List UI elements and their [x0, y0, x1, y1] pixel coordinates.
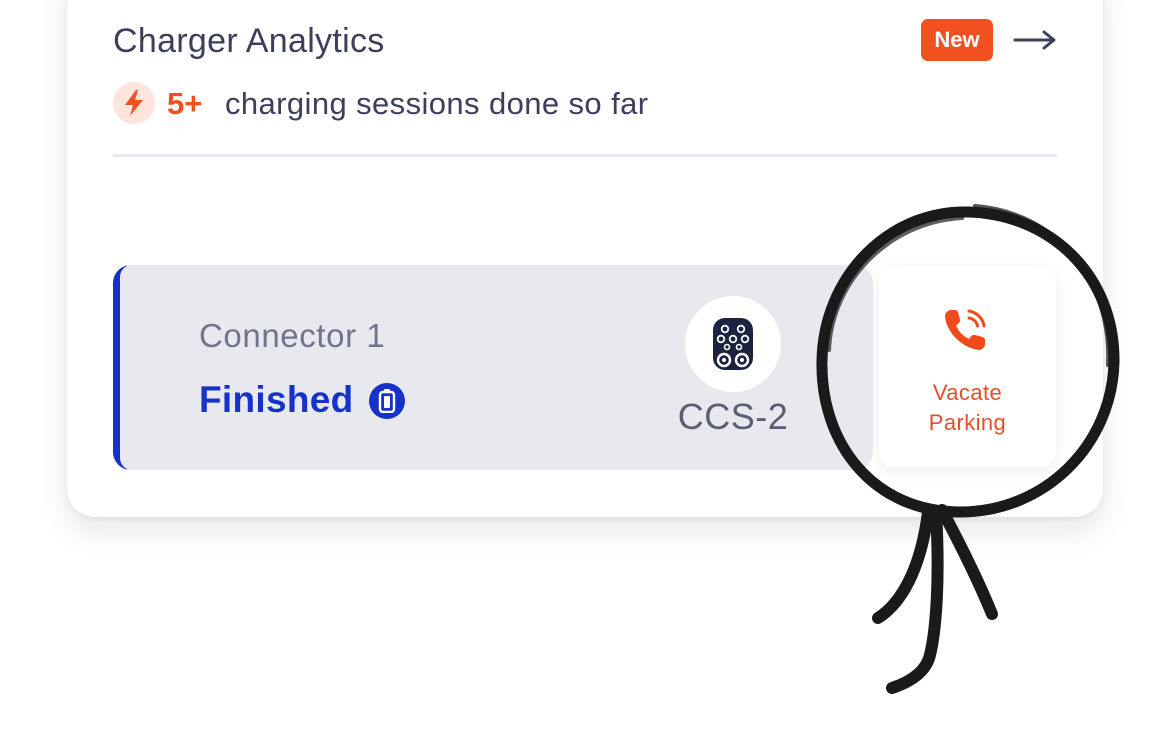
vacate-parking-label: Vacate Parking	[928, 380, 1007, 435]
lightning-bolt-icon	[113, 82, 155, 124]
connector-status: Finished	[199, 379, 354, 420]
ccs2-plug-icon	[685, 296, 781, 392]
sessions-count: 5+	[167, 86, 203, 121]
charger-analytics-header[interactable]: Charger Analytics New	[113, 18, 1057, 68]
page: Charger Analytics New 5+ charging sessio…	[0, 0, 1169, 750]
sessions-text: charging sessions done so far	[225, 86, 649, 121]
connector-name: Connector 1	[199, 317, 386, 354]
arrow-right-icon[interactable]	[1013, 22, 1057, 58]
connector-card[interactable]: Connector 1 Finished CCS-2	[113, 265, 873, 470]
battery-icon	[369, 383, 405, 419]
new-badge: New	[921, 19, 993, 61]
phone-call-icon	[945, 309, 986, 350]
charger-analytics-title: Charger Analytics	[113, 22, 385, 60]
vacate-parking-button[interactable]: Vacate Parking	[879, 266, 1056, 467]
divider	[113, 154, 1057, 157]
sessions-summary: 5+ charging sessions done so far	[113, 80, 813, 124]
plug-type-label: CCS-2	[677, 396, 789, 437]
